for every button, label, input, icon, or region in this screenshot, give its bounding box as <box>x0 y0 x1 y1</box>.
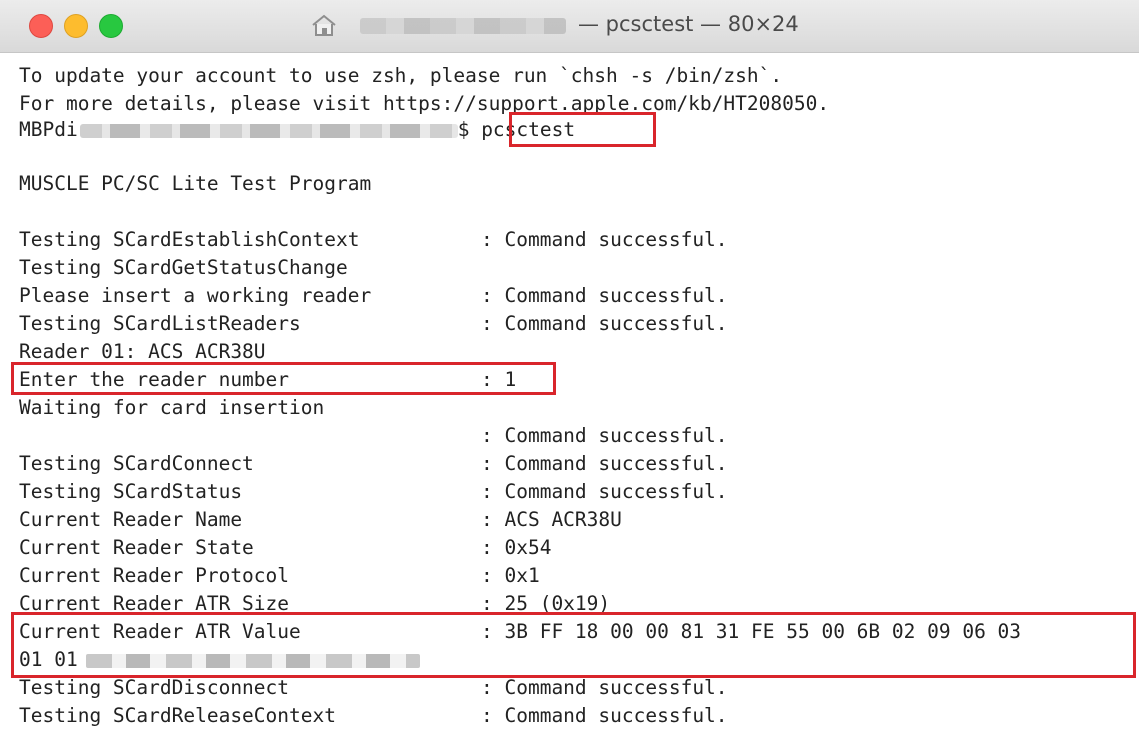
prompt-suffix: $ <box>457 118 482 141</box>
output-row: Testing SCardDisconnect: Command success… <box>19 676 728 699</box>
output-row: Testing SCardConnect: Command successful… <box>19 452 728 475</box>
output-row: Current Reader Protocol: 0x1 <box>19 564 540 587</box>
output-row: Current Reader State: 0x54 <box>19 536 552 559</box>
close-button[interactable] <box>29 14 53 38</box>
terminal-line: For more details, please visit https://s… <box>19 92 830 115</box>
command-highlight-box <box>509 112 656 147</box>
minimize-button[interactable] <box>64 14 88 38</box>
output-row: Current Reader Name: ACS ACR38U <box>19 508 622 531</box>
title-bar: — pcsctest — 80×24 <box>0 0 1139 53</box>
output-row: Testing SCardStatus: Command successful. <box>19 480 728 503</box>
redacted-path <box>360 18 566 34</box>
maximize-button[interactable] <box>99 14 123 38</box>
output-row: Testing SCardListReaders: Command succes… <box>19 312 728 335</box>
output-row: Testing SCardEstablishContext: Command s… <box>19 228 728 251</box>
output-row: Testing SCardGetStatusChange <box>19 256 348 279</box>
terminal-output[interactable]: To update your account to use zsh, pleas… <box>0 54 1139 734</box>
output-row: Waiting for card insertion <box>19 396 325 419</box>
window-title: — pcsctest — 80×24 <box>578 12 799 36</box>
program-title: MUSCLE PC/SC Lite Test Program <box>19 172 372 195</box>
home-folder-icon <box>312 14 336 36</box>
output-row: : Command successful. <box>481 424 728 447</box>
reader-number-highlight-box <box>11 362 556 395</box>
redacted-username <box>79 123 458 138</box>
prompt-line: MBPdi $ pcsctest <box>19 116 575 144</box>
output-row: Please insert a working reader: Command … <box>19 284 728 307</box>
prompt-prefix: MBPdi <box>19 118 78 141</box>
terminal-line: To update your account to use zsh, pleas… <box>19 64 783 87</box>
atr-value-highlight-box <box>11 612 1136 678</box>
output-row: Testing SCardReleaseContext: Command suc… <box>19 704 728 727</box>
